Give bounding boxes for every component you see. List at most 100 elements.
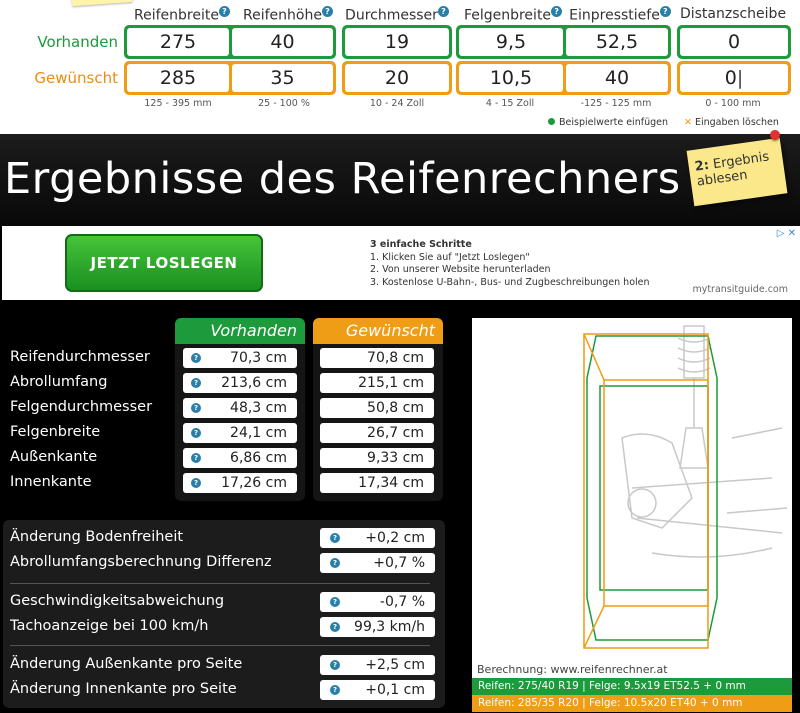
result-value-vorhanden: ? 24,1 cm	[183, 423, 297, 443]
result-value-text: 26,7 cm	[367, 425, 424, 441]
example-values-link[interactable]: Beispielwerte einfügen	[548, 117, 668, 128]
tyre-spec-gewuenscht: Reifen: 285/35 R20 | Felge: 10.5x20 ET40…	[472, 695, 792, 712]
input-felgenbreite-vorhanden[interactable]: 9,5	[459, 28, 563, 56]
input-reifenhoehe-vorhanden[interactable]: 40	[232, 28, 333, 56]
difference-value-text: +0,2 cm	[365, 530, 425, 546]
info-icon[interactable]: ?	[191, 378, 201, 388]
result-label: Felgenbreite	[10, 424, 101, 440]
range-reifenhoehe: 25 - 100 %	[258, 98, 310, 109]
group-felge-gewuenscht: 10,5 40	[456, 61, 671, 95]
header-durchmesser-label: Durchmesser	[345, 7, 438, 24]
input-reifenhoehe-gewuenscht[interactable]: 35	[232, 64, 333, 92]
info-icon[interactable]: ?	[191, 453, 201, 463]
column-gewuenscht-header: Gewünscht	[313, 318, 443, 344]
difference-value: ? +2,5 cm	[320, 655, 435, 675]
result-value-gewuenscht: 215,1 cm	[320, 373, 434, 393]
group-reifen-vorhanden: 275 40	[124, 25, 336, 59]
result-value-text: 17,34 cm	[358, 475, 424, 491]
input-felgenbreite-gewuenscht[interactable]: 10,5	[459, 64, 563, 92]
example-values-label: Beispielwerte einfügen	[559, 117, 668, 128]
info-icon[interactable]: ?	[330, 660, 340, 670]
result-value-gewuenscht: 17,34 cm	[320, 473, 434, 493]
result-value-vorhanden: ? 6,86 cm	[183, 448, 297, 468]
results-header: Ergebnisse des Reifenrechners 2: Ergebni…	[0, 134, 800, 226]
row-label-vorhanden: Vorhanden	[37, 33, 118, 51]
header-felgenbreite-label: Felgenbreite	[463, 7, 552, 24]
input-durchmesser-vorhanden[interactable]: 19	[345, 28, 449, 56]
clear-x-icon: ✕	[684, 117, 692, 128]
result-value-text: 50,8 cm	[367, 400, 424, 416]
difference-value-text: -0,7 %	[379, 594, 425, 610]
input-einpresstiefe-vorhanden[interactable]: 52,5	[566, 28, 668, 56]
ad-domain[interactable]: mytransitguide.com	[692, 284, 788, 295]
advertisement[interactable]: JETZT LOSLEGEN 3 einfache Schritte 1. Kl…	[2, 226, 800, 300]
page: Reifenbreite? Reifenhöhe? Durchmesser? F…	[0, 0, 800, 713]
input-einpresstiefe-gewuenscht[interactable]: 40	[566, 64, 668, 92]
input-reifenbreite-vorhanden[interactable]: 275	[127, 28, 229, 56]
difference-value-text: +0,7 %	[373, 555, 425, 571]
ad-cta-button[interactable]: JETZT LOSLEGEN	[65, 234, 263, 292]
difference-value: ? +0,7 %	[320, 553, 435, 573]
ad-info-icon[interactable]: ▷ ✕	[777, 228, 796, 239]
tyre-outline-vorhanden	[586, 335, 718, 641]
tyre-input-panel: Reifenbreite? Reifenhöhe? Durchmesser? F…	[0, 0, 800, 134]
result-value-text: 70,8 cm	[367, 350, 424, 366]
result-label: Felgendurchmesser	[10, 399, 153, 415]
result-value-vorhanden: ? 70,3 cm	[183, 348, 297, 368]
input-durchmesser-gewuenscht[interactable]: 20	[345, 64, 449, 92]
difference-label: Änderung Außenkante pro Seite	[10, 656, 243, 672]
row-label-gewuenscht: Gewünscht	[34, 69, 118, 87]
header-felgenbreite: Felgenbreite?	[460, 6, 566, 24]
results-panel: Vorhanden Gewünscht Reifendurchmesser ? 7…	[0, 300, 470, 713]
info-icon[interactable]: ?	[191, 478, 201, 488]
info-icon[interactable]: ?	[330, 558, 340, 568]
help-icon[interactable]: ?	[218, 6, 230, 17]
result-value-text: 48,3 cm	[230, 400, 287, 416]
info-icon[interactable]: ?	[191, 403, 201, 413]
help-icon[interactable]: ?	[659, 6, 671, 17]
range-felgenbreite: 4 - 15 Zoll	[485, 98, 535, 109]
result-value-gewuenscht: 9,33 cm	[320, 448, 434, 468]
difference-label: Abrollumfangsberechnung Differenz	[10, 554, 272, 570]
calculation-credit: Berechnung: www.reifenrechner.at	[477, 663, 668, 676]
header-reifenbreite-label: Reifenbreite	[134, 7, 219, 24]
header-distanzscheibe-label: Distanzscheibe	[679, 6, 787, 22]
difference-value: ? -0,7 %	[320, 592, 435, 612]
ad-steps-heading: 3 einfache Schritte	[370, 239, 472, 250]
difference-value-text: +2,5 cm	[365, 657, 425, 673]
input-distanzscheibe-vorhanden[interactable]: 0	[680, 28, 788, 56]
header-reifenhoehe-label: Reifenhöhe	[243, 7, 322, 24]
difference-value: ? +0,2 cm	[320, 528, 435, 548]
page-title: Ergebnisse des Reifenrechners	[4, 154, 681, 204]
group-durchmesser-gewuenscht: 20	[342, 61, 452, 95]
help-icon[interactable]: ?	[321, 6, 333, 17]
input-reifenbreite-gewuenscht[interactable]: 285	[127, 64, 229, 92]
range-distanzscheibe: 0 - 100 mm	[705, 98, 761, 109]
result-value-text: 17,26 cm	[221, 475, 287, 491]
help-icon[interactable]: ?	[437, 6, 449, 17]
sticky-note: 2: Ergebnis ablesen	[686, 137, 788, 207]
difference-label: Geschwindigkeitsabweichung	[10, 593, 225, 609]
result-label: Reifendurchmesser	[10, 349, 150, 365]
help-icon[interactable]: ?	[551, 6, 563, 17]
info-icon[interactable]: ?	[330, 622, 340, 632]
group-reifen-gewuenscht: 285 35	[124, 61, 336, 95]
header-einpresstiefe: Einpresstiefe?	[566, 6, 674, 24]
header-durchmesser: Durchmesser?	[344, 6, 450, 24]
result-value-gewuenscht: 70,8 cm	[320, 348, 434, 368]
clear-inputs-label: Eingaben löschen	[694, 117, 779, 128]
input-distanzscheibe-gewuenscht[interactable]: 0	[680, 64, 788, 92]
info-icon[interactable]: ?	[330, 533, 340, 543]
info-icon[interactable]: ?	[191, 353, 201, 363]
info-icon[interactable]: ?	[191, 428, 201, 438]
result-value-text: 213,6 cm	[221, 375, 287, 391]
group-durchmesser-vorhanden: 19	[342, 25, 452, 59]
header-einpresstiefe-label: Einpresstiefe	[569, 7, 660, 24]
info-icon[interactable]: ?	[330, 685, 340, 695]
clear-inputs-link[interactable]: ✕ Eingaben löschen	[684, 117, 779, 128]
divider	[10, 645, 430, 646]
info-icon[interactable]: ?	[330, 597, 340, 607]
difference-label: Tachoanzeige bei 100 km/h	[10, 618, 209, 634]
result-value-gewuenscht: 26,7 cm	[320, 423, 434, 443]
result-value-text: 24,1 cm	[230, 425, 287, 441]
